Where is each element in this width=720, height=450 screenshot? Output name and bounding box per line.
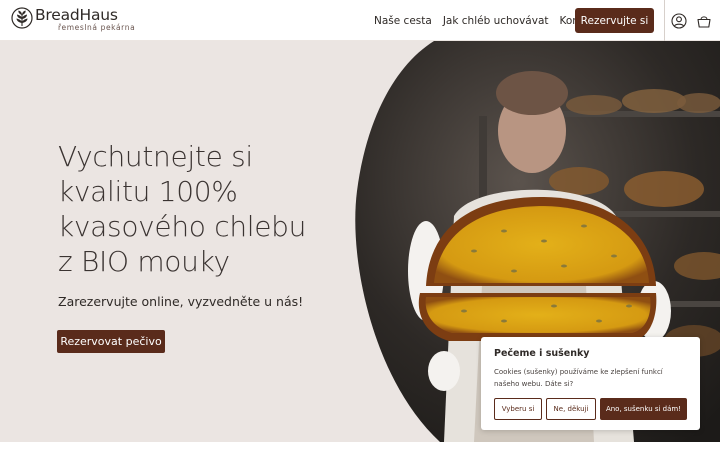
hero-title-line: kvalitu 100%: [58, 175, 238, 208]
hero-title-line: kvasového chlebu: [58, 210, 307, 243]
cookie-banner-text: Cookies (sušenky) používáme ke zlepšení …: [494, 368, 663, 388]
hero-subtitle: Zarezervujte online, vyzvedněte u nás!: [58, 294, 304, 309]
nav-link-jak-chleb-uchovavat[interactable]: Jak chléb uchovávat: [443, 15, 549, 27]
page-bottom-strip: [0, 442, 720, 450]
brand-tagline: řemeslná pekárna: [58, 23, 136, 32]
brand-logo[interactable]: BreadHaus řemeslná pekárna: [11, 7, 135, 32]
cookie-accept-button[interactable]: Ano, sušenku si dám!: [600, 398, 687, 420]
cookie-select-button[interactable]: Vyberu si: [494, 398, 542, 420]
brand-name: BreadHaus: [35, 6, 118, 24]
basket-icon: [697, 16, 711, 28]
account-button[interactable]: [670, 12, 688, 30]
page: BreadHaus řemeslná pekárna Naše cesta Ja…: [0, 0, 720, 450]
hero-title: Vychutnejte si kvalitu 100% kvasového ch…: [58, 139, 338, 279]
user-icon: [671, 13, 687, 29]
nav-link-nase-cesta[interactable]: Naše cesta: [374, 15, 432, 27]
hero-title-line: z BIO mouky: [58, 245, 230, 278]
logo-text: BreadHaus řemeslná pekárna: [35, 7, 135, 32]
cookie-banner-title: Pečeme i sušenky: [494, 348, 590, 359]
wheat-logo-icon: [11, 7, 33, 29]
header-reserve-button[interactable]: Rezervujte si: [575, 8, 654, 33]
cookie-banner: Pečeme i sušenky Cookies (sušenky) použí…: [481, 337, 700, 430]
site-header: BreadHaus řemeslná pekárna Naše cesta Ja…: [0, 0, 720, 41]
cookie-decline-button[interactable]: Ne, děkuji: [546, 398, 596, 420]
header-divider: [664, 0, 665, 41]
hero-title-line: Vychutnejte si: [58, 140, 253, 173]
basket-button[interactable]: [695, 12, 713, 30]
hero-reserve-button[interactable]: Rezervovat pečivo: [57, 330, 165, 353]
